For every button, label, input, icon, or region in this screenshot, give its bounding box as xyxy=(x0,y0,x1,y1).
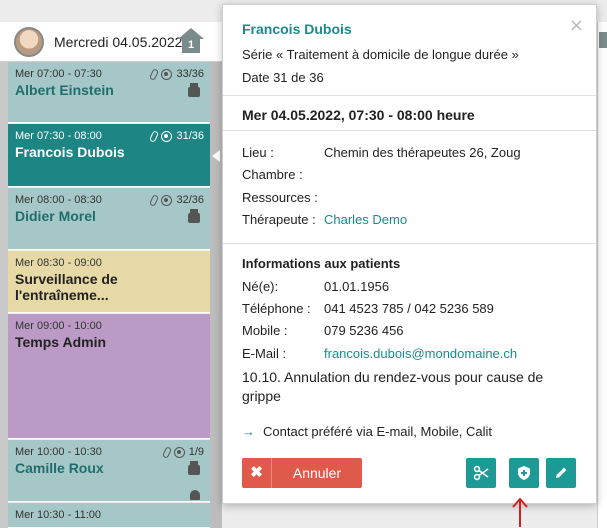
divider xyxy=(223,130,596,131)
series-icon xyxy=(173,446,185,458)
calendar-event[interactable]: Mer 09:00 - 10:00 Temps Admin xyxy=(8,314,210,439)
next-column-edge xyxy=(597,22,607,528)
event-meta: 32/36 xyxy=(149,193,204,207)
preferred-contact-text: Contact préféré via E-mail, Mobile, Cali… xyxy=(263,424,493,439)
event-title: Surveillance de l'entraîneme... xyxy=(15,271,118,303)
calendar-event[interactable]: Mer 10:30 - 11:00 xyxy=(8,503,210,528)
bell-icon xyxy=(190,490,200,500)
column-date: Mercredi 04.05.2022 xyxy=(54,33,183,50)
event-title: Temps Admin xyxy=(15,334,107,350)
patient-name-link[interactable]: Francois Dubois xyxy=(242,21,577,37)
popup-pointer xyxy=(212,150,220,162)
calendar-column-header: Mercredi 04.05.2022 1 xyxy=(0,22,222,62)
location-value: Chemin des thérapeutes 26, Zoug xyxy=(324,145,521,160)
home-visit-icon: 1 xyxy=(178,28,204,54)
location-row: Lieu : Chemin des thérapeutes 26, Zoug xyxy=(242,145,521,160)
phone-value: 041 4523 785 / 042 5236 589 xyxy=(324,301,494,316)
home-visit-icon xyxy=(599,32,607,48)
mobile-row: Mobile :079 5236 456 xyxy=(242,323,404,338)
event-time: Mer 08:30 - 09:00 xyxy=(15,257,102,269)
series-icon xyxy=(161,68,173,80)
event-series-count: 31/36 xyxy=(176,130,204,142)
series-date-index: Date 31 de 36 xyxy=(242,70,324,85)
calendar-event[interactable]: Mer 08:00 - 08:30 Didier Morel 32/36 xyxy=(8,188,210,250)
close-icon[interactable]: × xyxy=(569,15,584,36)
mobile-value: 079 5236 456 xyxy=(324,323,404,338)
patient-note: 10.10. Annulation du rendez-vous pour ca… xyxy=(242,369,544,404)
cancel-button-label: Annuler xyxy=(292,465,342,481)
calendar-event-selected[interactable]: Mer 07:30 - 08:00 Francois Dubois 31/36 xyxy=(8,124,210,187)
room-row: Chambre : xyxy=(242,167,303,182)
edit-appointment-button[interactable] xyxy=(546,458,576,488)
therapist-avatar[interactable] xyxy=(14,26,44,57)
event-time: Mer 09:00 - 10:00 xyxy=(15,320,102,332)
appointment-popup: × Francois Dubois Série « Traitement à d… xyxy=(222,4,597,504)
event-meta: 31/36 xyxy=(149,129,204,143)
event-meta: 1/9 xyxy=(161,445,204,459)
resources-row: Ressources : xyxy=(242,190,318,205)
email-row: E-Mail : francois.dubois@mondomaine.ch xyxy=(242,346,518,361)
shield-plus-icon xyxy=(518,466,530,480)
column-divider xyxy=(210,62,222,528)
arrow-right-icon: → xyxy=(242,424,255,439)
calendar-event[interactable]: Mer 10:00 - 10:30 Camille Roux 1/9 xyxy=(8,440,210,502)
insurance-button[interactable] xyxy=(509,458,539,488)
birthdate-row: Né(e): 01.01.1956 xyxy=(242,279,390,294)
appointment-datetime: Mer 04.05.2022, 07:30 - 08:00 heure xyxy=(242,107,475,123)
time-grid-strip xyxy=(0,62,8,528)
series-icon xyxy=(161,194,173,206)
series-title: Série « Traitement à domicile de longue … xyxy=(242,47,519,62)
pencil-icon xyxy=(556,467,567,478)
event-patient-name: Camille Roux xyxy=(15,460,104,476)
event-time: Mer 10:30 - 11:00 xyxy=(15,509,102,521)
therapist-link[interactable]: Charles Demo xyxy=(324,212,407,227)
printer-icon xyxy=(188,83,200,97)
event-series-count: 32/36 xyxy=(176,194,204,206)
printer-icon xyxy=(188,461,200,475)
printer-icon xyxy=(188,209,200,223)
birthdate-value: 01.01.1956 xyxy=(324,279,390,294)
event-patient-name: Albert Einstein xyxy=(15,82,114,98)
scissors-icon xyxy=(473,465,489,481)
divider xyxy=(223,243,596,244)
annotation-arrow-icon xyxy=(512,497,528,527)
calendar-event[interactable]: Mer 08:30 - 09:00 Surveillance de l'entr… xyxy=(8,251,210,313)
series-icon xyxy=(161,130,173,142)
event-patient-name: Francois Dubois xyxy=(15,144,125,160)
event-meta: 33/36 xyxy=(149,67,204,81)
cut-appointment-button[interactable] xyxy=(466,458,496,488)
phone-row: Téléphone :041 4523 785 / 042 5236 589 xyxy=(242,301,494,316)
paperclip-icon xyxy=(161,445,172,459)
paperclip-icon xyxy=(149,129,160,143)
preferred-contact: → Contact préféré via E-mail, Mobile, Cal… xyxy=(242,424,492,439)
paperclip-icon xyxy=(149,67,160,81)
event-patient-name: Didier Morel xyxy=(15,208,96,224)
patient-info-heading: Informations aux patients xyxy=(242,256,401,271)
therapist-row: Thérapeute : Charles Demo xyxy=(242,212,408,227)
cancel-appointment-button[interactable]: ✖ Annuler xyxy=(242,458,362,488)
calendar-event[interactable]: Mer 07:00 - 07:30 Albert Einstein 33/36 xyxy=(8,62,210,123)
email-link[interactable]: francois.dubois@mondomaine.ch xyxy=(324,346,517,361)
event-series-count: 1/9 xyxy=(188,446,204,458)
paperclip-icon xyxy=(149,193,160,207)
close-icon: ✖ xyxy=(242,458,272,488)
event-series-count: 33/36 xyxy=(176,68,204,80)
divider xyxy=(223,95,596,96)
